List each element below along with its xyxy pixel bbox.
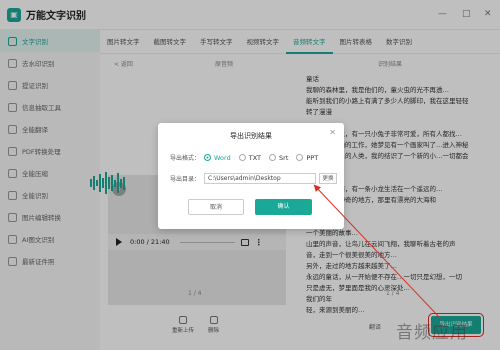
watermark-text: 音频应用 <box>396 323 468 343</box>
annotation-arrow <box>313 184 441 319</box>
